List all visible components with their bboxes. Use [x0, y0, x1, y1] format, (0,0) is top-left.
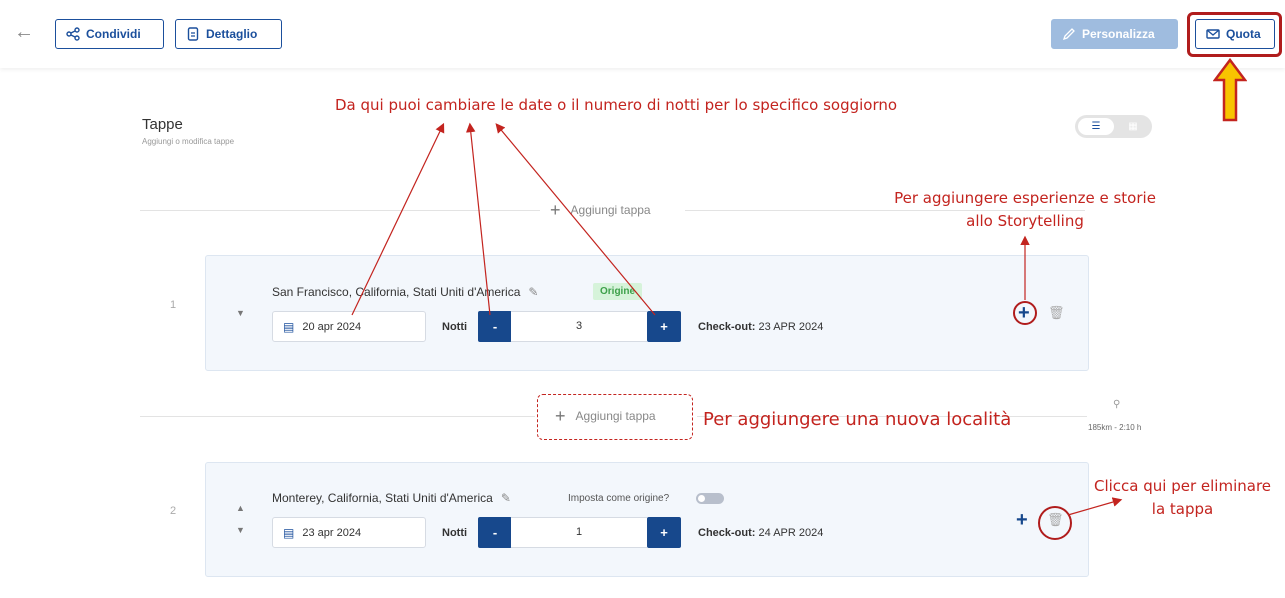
- add-stop-label: Aggiungi tappa: [570, 203, 651, 217]
- quote-highlight-ring: [1187, 12, 1282, 57]
- date-value: 23 apr 2024: [302, 526, 362, 539]
- up-arrow-icon: [1213, 58, 1247, 122]
- stop-card: ▲ ▼ Monterey, California, Stati Uniti d'…: [205, 462, 1089, 577]
- stop-number: 2: [170, 505, 177, 517]
- plus-icon: +: [550, 200, 561, 220]
- stop-name-text: Monterey, California, Stati Uniti d'Amer…: [272, 491, 493, 505]
- section-subtitle: Aggiungi o modifica tappe: [142, 137, 235, 146]
- edit-pencil-icon[interactable]: ✎: [501, 491, 511, 505]
- share-icon: [66, 27, 80, 41]
- stop-number: 1: [170, 299, 177, 311]
- checkout-info: Check-out: 24 APR 2024: [698, 527, 823, 539]
- date-input[interactable]: ▤ 23 apr 2024: [272, 517, 426, 548]
- stop-name: San Francisco, California, Stati Uniti d…: [272, 285, 538, 299]
- nights-increment-button[interactable]: +: [647, 517, 681, 548]
- personalize-button[interactable]: Personalizza: [1051, 19, 1178, 49]
- set-origin-label: Imposta come origine?: [568, 493, 670, 504]
- annotation-line: Clicca qui per eliminare: [1093, 477, 1272, 495]
- calendar-icon: ▤: [283, 319, 295, 334]
- origin-badge: Origine: [593, 283, 643, 300]
- set-origin-toggle[interactable]: [696, 493, 724, 504]
- pencil-icon: [1062, 28, 1075, 41]
- nights-decrement-button[interactable]: -: [478, 311, 512, 342]
- checkout-date: 24 APR 2024: [758, 527, 824, 539]
- nights-input[interactable]: 3: [511, 311, 647, 342]
- date-input[interactable]: ▤ 20 apr 2024: [272, 311, 426, 342]
- edit-pencil-icon[interactable]: ✎: [528, 285, 538, 299]
- view-toggle[interactable]: ☰ ▦: [1075, 115, 1152, 138]
- detail-button[interactable]: Dettaglio: [175, 19, 282, 49]
- document-icon: [187, 27, 199, 41]
- annotation-new-location: Per aggiungere una nuova località: [703, 409, 1012, 430]
- stop-name: Monterey, California, Stati Uniti d'Amer…: [272, 491, 511, 505]
- section-title: Tappe: [142, 116, 183, 133]
- add-stop-button[interactable]: + Aggiungi tappa: [550, 201, 651, 219]
- map-pin-icon: ⚲: [1113, 399, 1121, 410]
- annotation-line: la tappa: [1151, 500, 1214, 518]
- divider: [140, 210, 540, 211]
- add-stop-highlight-box: [537, 394, 693, 440]
- distance-text: 185km - 2:10 h: [1088, 423, 1142, 432]
- share-label: Condividi: [86, 27, 141, 41]
- annotation-storytelling: Per aggiungere esperienze e storie allo …: [875, 187, 1175, 233]
- divider: [140, 416, 535, 417]
- annotation-dates: Da qui puoi cambiare le date o il numero…: [335, 96, 898, 114]
- add-experience-plus-icon[interactable]: +: [1016, 510, 1028, 530]
- map-view-icon[interactable]: ▦: [1123, 118, 1143, 135]
- nights-increment-button[interactable]: +: [647, 311, 681, 342]
- personalize-label: Personalizza: [1082, 27, 1155, 41]
- annotation-line: Per aggiungere esperienze e storie: [894, 189, 1156, 207]
- plus-highlight-ring: [1013, 301, 1037, 325]
- nights-decrement-button[interactable]: -: [478, 517, 512, 548]
- stop-card: ▼ San Francisco, California, Stati Uniti…: [205, 255, 1089, 371]
- annotation-line: allo Storytelling: [966, 212, 1084, 230]
- nights-label: Notti: [442, 321, 468, 333]
- checkout-label: Check-out:: [698, 321, 756, 333]
- annotation-delete: Clicca qui per eliminare la tappa: [1080, 475, 1285, 521]
- list-view-icon[interactable]: ☰: [1078, 118, 1114, 135]
- checkout-date: 23 APR 2024: [758, 321, 824, 333]
- share-button[interactable]: Condividi: [55, 19, 164, 49]
- nights-input[interactable]: 1: [511, 517, 647, 548]
- calendar-icon: ▤: [283, 525, 295, 540]
- trash-icon[interactable]: 🗑: [1048, 305, 1065, 321]
- move-down-icon[interactable]: ▼: [236, 525, 245, 535]
- checkout-info: Check-out: 23 APR 2024: [698, 321, 823, 333]
- checkout-label: Check-out:: [698, 527, 756, 539]
- trip-editor-page: ← Condividi Dettaglio Personalizza Quota…: [0, 0, 1285, 598]
- back-arrow-icon[interactable]: ←: [14, 22, 34, 42]
- date-value: 20 apr 2024: [302, 320, 362, 333]
- stop-name-text: San Francisco, California, Stati Uniti d…: [272, 285, 521, 299]
- trash-highlight-ring: [1038, 506, 1072, 540]
- nights-label: Notti: [442, 527, 468, 539]
- move-up-icon[interactable]: ▲: [236, 503, 245, 513]
- toolbar: ← Condividi Dettaglio Personalizza Quota: [0, 0, 1285, 68]
- move-down-icon[interactable]: ▼: [236, 308, 245, 318]
- detail-label: Dettaglio: [206, 27, 258, 41]
